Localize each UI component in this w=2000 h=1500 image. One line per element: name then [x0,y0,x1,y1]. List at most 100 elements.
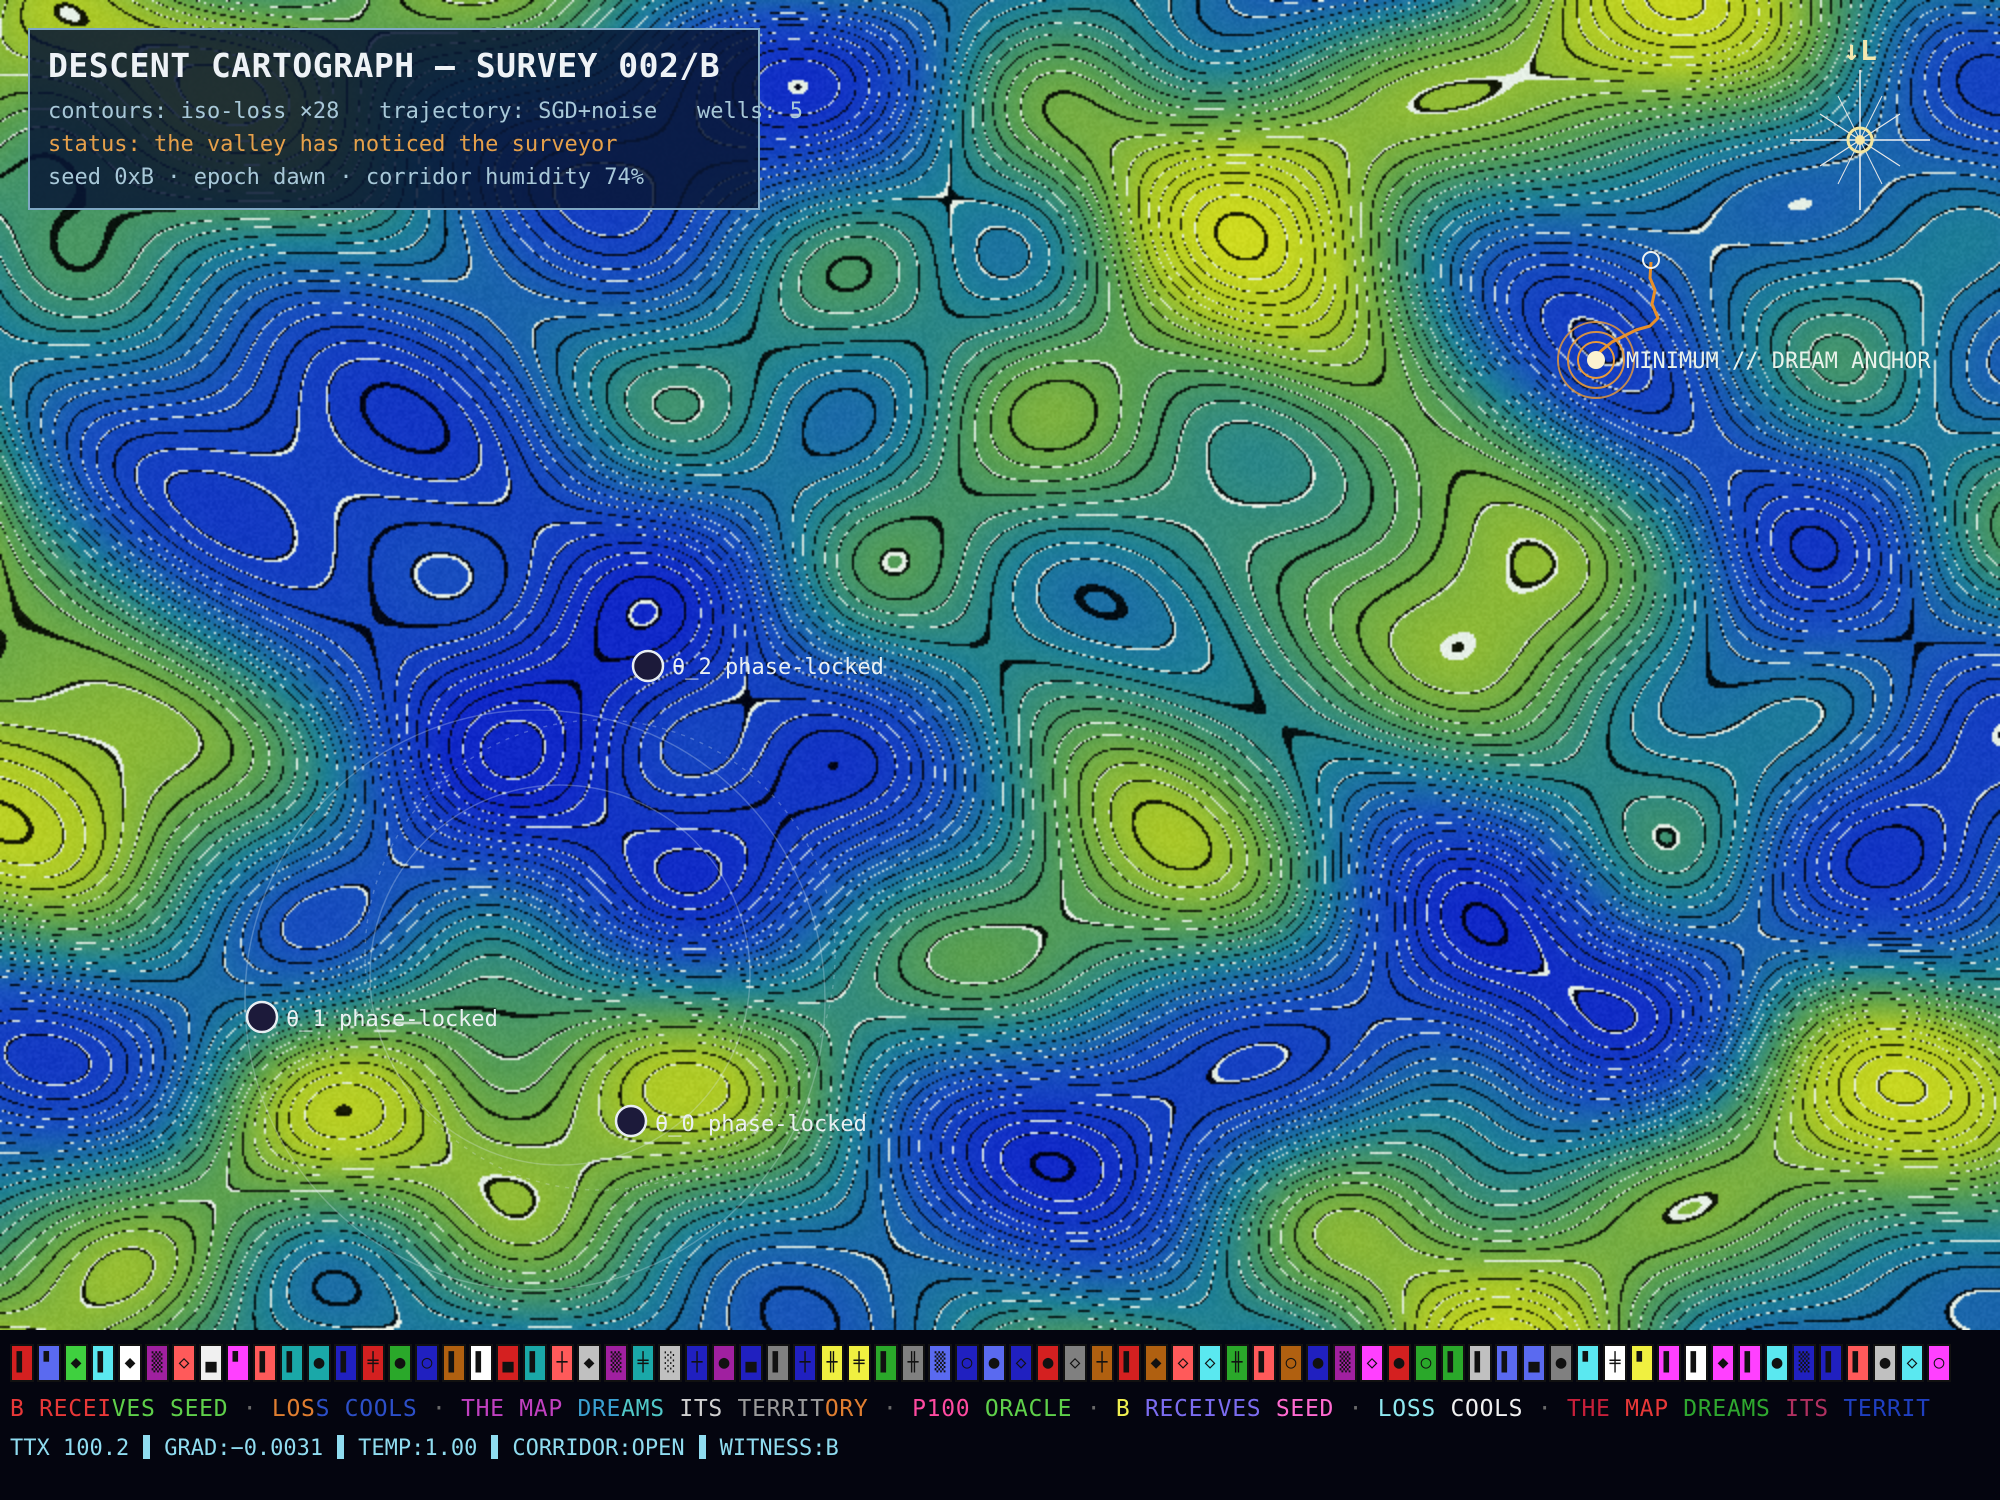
glyph-cell: ╫ [901,1344,925,1382]
bottom-console: ▌ ▘ ◆ ▌ ◆ ▒ ◇ ▄ ▘ ▌ ▌ ● ▌ ╪ ● ○ ▌ ▌ ▄ ▌ ┼ ◆ ▒ ╪ ░ ┼ ● ▄ ▌ ┼ ╫ ╪ ▌ ╫ ▒ ○ ● ◇ ● ◇… [0,1330,2000,1500]
glyph-cell: ● [1387,1344,1411,1382]
ticker-segment: THE [1567,1396,1625,1422]
status-separator [337,1435,344,1459]
glyph-cell: ● [307,1344,331,1382]
glyph-cell: ● [1549,1344,1573,1382]
theta-2-marker[interactable]: θ_2 phase-locked [633,651,884,681]
glyph-cell: ╪ [361,1344,385,1382]
ticker-segment: COOLS [1436,1396,1523,1422]
glyph-cell: ◇ [172,1344,196,1382]
ticker-segment: LOS [272,1396,316,1422]
ticker-segment: · [1072,1396,1116,1422]
glyph-cell: ◇ [1009,1344,1033,1382]
survey-info-panel: DESCENT CARTOGRAPH — SURVEY 002/B contou… [28,28,760,210]
theta-1-label: θ_1 phase-locked [286,1007,498,1032]
orbit-rings [245,710,835,1290]
glyph-cell: ░ [658,1344,682,1382]
glyph-cell: ▌ [1495,1344,1519,1382]
glyph-cell: ● [1306,1344,1330,1382]
glyph-cell: ● [1036,1344,1060,1382]
ticker-segment: VES SEED [112,1396,228,1422]
glyph-cell: ┼ [550,1344,574,1382]
glyph-cell: ○ [1414,1344,1438,1382]
ticker-segment: LOSS [1378,1396,1436,1422]
grad-readout: GRAD:−0.0031 [164,1436,323,1461]
glyph-cell: ○ [1279,1344,1303,1382]
glyph-cell: ● [388,1344,412,1382]
glyph-cell: ● [712,1344,736,1382]
ticker-segment: · [1523,1396,1567,1422]
ticker-segment: RECEIVES [1145,1396,1261,1422]
message-ticker: B RECEIVES SEED · LOSS COOLS · THE MAP D… [10,1396,1995,1422]
glyph-cell: ◆ [577,1344,601,1382]
ticker-segment: RECEI [25,1396,112,1422]
panel-status-line: status: the valley has noticed the surve… [48,132,740,157]
glyph-cell: ▌ [469,1344,493,1382]
witness-readout: WITNESS:B [720,1436,839,1461]
glyph-cell: ▄ [739,1344,763,1382]
glyph-cell: ▌ [253,1344,277,1382]
glyph-cell: ◆ [118,1344,142,1382]
glyph-cell: ▄ [199,1344,223,1382]
glyph-cell: ○ [415,1344,439,1382]
glyph-cell: ◆ [1144,1344,1168,1382]
panel-title: DESCENT CARTOGRAPH — SURVEY 002/B [48,46,740,85]
glyph-cell: ▌ [1441,1344,1465,1382]
ticker-segment: · [417,1396,461,1422]
ticker-segment: · [868,1396,912,1422]
theta-0-marker[interactable]: θ_0 phase-locked [616,1106,867,1137]
compass-label: ↓L [1843,34,1877,67]
ticker-segment: ORACLE [970,1396,1072,1422]
glyph-cell: ▌ [874,1344,898,1382]
dream-anchor-marker[interactable]: MINIMUM // DREAM ANCHOR [1558,322,1931,398]
ticker-segment: MAP [1625,1396,1683,1422]
glyph-cell: ▌ [766,1344,790,1382]
ticker-segment: S COOLS [316,1396,418,1422]
glyph-cell: ▌ [1684,1344,1708,1382]
ticker-segment: DRE [563,1396,621,1422]
glyph-cell: ● [1873,1344,1897,1382]
corridor-readout: CORRIDOR:OPEN [512,1436,684,1461]
ticker-segment: P100 [912,1396,970,1422]
theta-1-marker[interactable]: θ_1 phase-locked [247,1002,498,1032]
glyph-cell: ▌ [1468,1344,1492,1382]
glyph-cell: ▄ [1522,1344,1546,1382]
glyph-cell: ○ [955,1344,979,1382]
glyph-cell: ╪ [631,1344,655,1382]
temp-readout: TEMP:1.00 [358,1436,477,1461]
status-separator [491,1435,498,1459]
glyph-cell: ▒ [1792,1344,1816,1382]
glyph-cell: ▒ [604,1344,628,1382]
glyph-cell: ╫ [1225,1344,1249,1382]
ticker-segment: SEED [1261,1396,1334,1422]
ticker-segment: THE MAP [461,1396,563,1422]
panel-seed-line: seed 0xB · epoch dawn · corridor humidit… [48,165,740,190]
status-bar: TTX 100.2 GRAD:−0.0031 TEMP:1.00 CORRIDOR:O… [10,1435,839,1461]
ticker-segment: · [228,1396,272,1422]
glyph-cell: ▒ [145,1344,169,1382]
theta-0-label: θ_0 phase-locked [655,1112,867,1137]
ticker-segment: B [1116,1396,1145,1422]
orbit-ring [370,785,750,1165]
glyph-cell: ◆ [64,1344,88,1382]
glyph-cell: ● [1765,1344,1789,1382]
status-separator [143,1435,150,1459]
glyph-cell: ▌ [280,1344,304,1382]
glyph-cell: ▌ [1846,1344,1870,1382]
glyph-cell: ▌ [1738,1344,1762,1382]
glyph-cell: ╪ [1603,1344,1627,1382]
glyph-cell: ▌ [91,1344,115,1382]
orbit-ring [245,710,825,1290]
ticker-segment: B [10,1396,25,1422]
compass-icon: ↓L [1790,34,1930,210]
ticker-segment: ORY [825,1396,869,1422]
glyph-cell: ▘ [1630,1344,1654,1382]
theta-2-label: θ_2 phase-locked [672,655,884,680]
ticker-segment: AMS [621,1396,665,1422]
glyph-cell: ◇ [1171,1344,1195,1382]
glyph-cell: ▌ [1657,1344,1681,1382]
glyph-strip: ▌ ▘ ◆ ▌ ◆ ▒ ◇ ▄ ▘ ▌ ▌ ● ▌ ╪ ● ○ ▌ ▌ ▄ ▌ ┼ ◆ ▒ ╪ ░ ┼ ● ▄ ▌ ┼ ╫ ╪ ▌ ╫ ▒ ○ ● ◇ ● ◇… [10,1344,1954,1384]
glyph-cell: ▌ [1819,1344,1843,1382]
glyph-cell: ◇ [1900,1344,1924,1382]
glyph-cell: ▘ [226,1344,250,1382]
